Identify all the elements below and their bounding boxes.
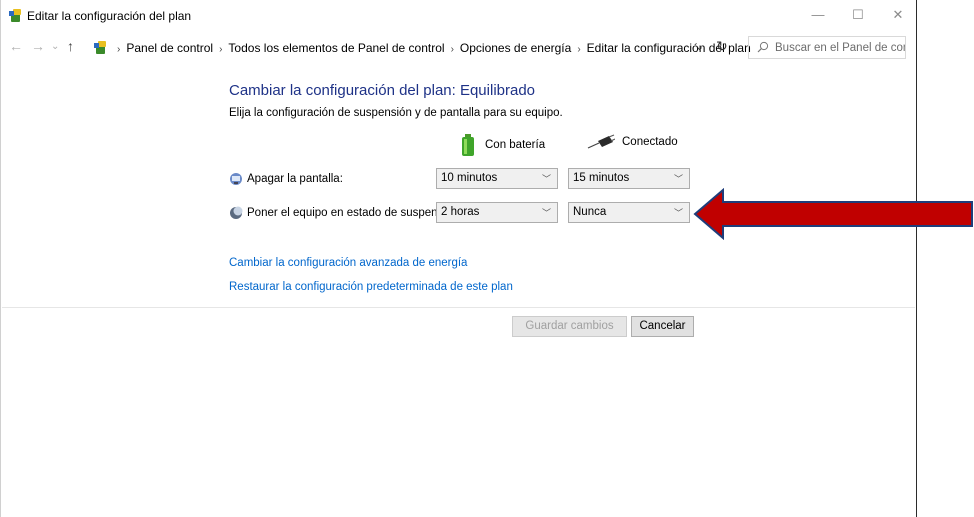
power-plug-icon: [587, 134, 615, 149]
advanced-settings-link[interactable]: Cambiar la configuración avanzada de ene…: [229, 257, 467, 269]
up-button[interactable]: ↑: [67, 38, 74, 54]
sleep-plugged-select[interactable]: Nunca ﹀: [568, 202, 690, 223]
battery-label: Con batería: [485, 139, 546, 151]
breadcrumb-separator[interactable]: ›: [577, 44, 580, 55]
moon-icon: [230, 206, 243, 219]
chevron-down-icon: ﹀: [673, 208, 683, 218]
address-bar[interactable]: › Panel de control › Todos los elementos de…: [89, 36, 751, 60]
chevron-down-icon: ﹀: [541, 174, 551, 184]
minimize-button[interactable]: —: [798, 4, 838, 26]
breadcrumb-separator[interactable]: ›: [451, 44, 454, 55]
breadcrumb-separator: ›: [117, 44, 121, 55]
select-value: 2 horas: [441, 206, 480, 218]
page-subtitle: Elija la configuración de suspensión y d…: [229, 107, 563, 119]
breadcrumb-separator[interactable]: ›: [219, 44, 222, 55]
display-icon: [230, 173, 242, 185]
select-value: 15 minutos: [573, 172, 630, 184]
refresh-button[interactable]: ↻: [716, 38, 728, 55]
breadcrumb: › Panel de control › Todos los elementos de…: [111, 41, 751, 55]
close-button[interactable]: ✕: [878, 4, 918, 26]
back-button[interactable]: ←: [9, 38, 23, 54]
battery-column-header: Con batería: [461, 134, 545, 156]
chevron-down-icon: ﹀: [541, 208, 551, 218]
battery-icon: [462, 134, 474, 156]
window-title: Editar la configuración del plan: [27, 9, 192, 23]
breadcrumb-control-panel[interactable]: Panel de control: [126, 41, 213, 55]
display-off-plugged-select[interactable]: 15 minutos ﹀: [568, 168, 690, 189]
address-dropdown-icon[interactable]: ⌄: [695, 40, 704, 53]
control-panel-window: Editar la configuración del plan — ☐ ✕ ←…: [0, 0, 917, 517]
sleep-battery-select[interactable]: 2 horas ﹀: [436, 202, 558, 223]
divider: [2, 307, 915, 308]
search-icon: [757, 41, 769, 53]
plugged-label: Conectado: [622, 136, 678, 148]
chevron-down-icon: ﹀: [673, 174, 683, 184]
maximize-button[interactable]: ☐: [838, 4, 878, 26]
title-bar: Editar la configuración del plan — ☐ ✕: [1, 0, 916, 30]
plan-settings-panel: Cambiar la configuración del plan: Equil…: [1, 62, 916, 308]
save-changes-button[interactable]: Guardar cambios: [512, 316, 627, 337]
search-input[interactable]: [775, 39, 905, 56]
recent-locations-button[interactable]: ⌄: [51, 41, 59, 52]
annotation-arrow: [693, 188, 973, 240]
forward-button[interactable]: →: [31, 38, 45, 54]
sleep-label: Poner el equipo en estado de suspensión:: [247, 207, 462, 219]
plugged-column-header: Conectado: [587, 134, 678, 150]
breadcrumb-power-options[interactable]: Opciones de energía: [460, 41, 571, 55]
power-options-icon: [9, 9, 21, 22]
select-value: 10 minutos: [441, 172, 498, 184]
navigation-bar: ← → ⌄ ↑ › Panel de control › Todos los elem…: [1, 32, 916, 62]
search-box[interactable]: [748, 36, 906, 59]
display-off-label: Apagar la pantalla:: [247, 173, 343, 185]
control-panel-icon: [94, 41, 106, 54]
display-off-battery-select[interactable]: 10 minutos ﹀: [436, 168, 558, 189]
restore-defaults-link[interactable]: Restaurar la configuración predeterminad…: [229, 281, 513, 293]
cancel-button[interactable]: Cancelar: [631, 316, 694, 337]
page-title: Cambiar la configuración del plan: Equil…: [229, 82, 536, 99]
select-value: Nunca: [573, 206, 607, 218]
breadcrumb-all-items[interactable]: Todos los elementos de Panel de control: [228, 41, 444, 55]
